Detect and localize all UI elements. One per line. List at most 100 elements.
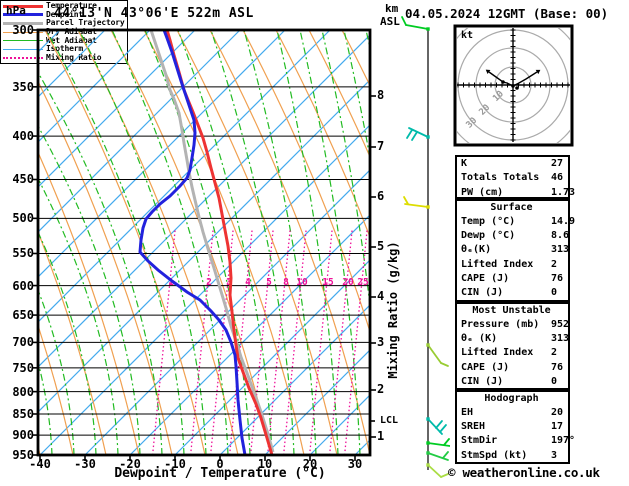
table-label: θₑ (K) (461, 332, 498, 344)
pressure-tick-label: 900 (12, 428, 34, 443)
table-label: CIN (J) (461, 376, 504, 388)
km-tick-label: 2 (377, 382, 385, 396)
panel-box-title: Hodograph (484, 393, 539, 404)
table-label: Lifted Index (461, 258, 534, 270)
hodograph-trace (512, 71, 538, 87)
wind-barb-marker (426, 343, 430, 347)
table-label: CIN (J) (461, 287, 504, 299)
dry-adiabat-line (441, 30, 450, 455)
table-value: 2 (551, 258, 558, 270)
hodograph-ring-label: 20 (478, 103, 493, 118)
mixing-ratio-axis-label: Mixing Ratio (g/kg) (386, 241, 400, 379)
wind-barb-marker (426, 417, 430, 421)
isotherm-line (400, 30, 450, 455)
table-row: CAPE (J) 76 (461, 273, 568, 287)
table-row: θₑ (K) 313 (461, 332, 570, 347)
hodograph: 102030 (453, 24, 574, 147)
panel-box-indices: K 27 Totals Totals 46 PW (cm) 1.73 (455, 155, 575, 199)
table-row: θₑ(K) 313 (461, 244, 570, 258)
dry-adiabat-line (408, 30, 450, 455)
mixing-ratio-value-label: 10 (296, 277, 308, 288)
wind-barb (405, 24, 429, 30)
table-row: EH 20 (461, 407, 568, 421)
table-label: StmSpd (kt) (461, 449, 528, 461)
table-row: SREH 17 (461, 421, 568, 435)
wind-barb (443, 438, 450, 446)
height-unit-label: km (385, 2, 399, 15)
table-row: K 27 (461, 158, 568, 172)
table-row: Totals Totals 46 (461, 172, 568, 186)
wind-barb (411, 131, 418, 141)
table-value: 3 (551, 449, 558, 461)
page-title: 44°13'N 43°06'E 522m ASL (54, 6, 254, 21)
valid-time-label: 04.05.2024 12GMT (Base: 00) (405, 6, 609, 21)
table-value: 17 (551, 420, 564, 432)
table-row: CIN (J) 0 (461, 376, 568, 390)
table-row: CIN (J) 0 (461, 287, 568, 301)
table-row: Dewp (°C) 8.6 (461, 229, 570, 244)
temp-tick-label: -10 (164, 457, 186, 471)
table-label: Lifted Index (461, 347, 534, 359)
mixing-ratio-value-label: 25 (357, 277, 369, 288)
wind-barb (442, 451, 449, 459)
km-tick-label: 7 (377, 139, 385, 153)
temp-tick-label: 20 (302, 457, 318, 471)
km-tick-label: 6 (377, 189, 385, 203)
wind-barb-marker (426, 135, 430, 139)
panel-box-title: Most Unstable (472, 305, 551, 316)
table-label: SREH (461, 420, 486, 432)
lcl-marker-label: LCL (380, 415, 399, 426)
panel-box-hodograph: Hodograph EH 20 SREH 17 StmDir 197° StmSpd (kt)… (455, 390, 575, 464)
km-tick-label: 4 (377, 289, 385, 303)
table-value: 46 (551, 172, 564, 184)
wind-barb (403, 196, 409, 205)
table-value: 76 (551, 361, 564, 373)
table-value: 76 (551, 273, 564, 285)
mixing-ratio-value-label: 8 (283, 277, 289, 288)
asl-unit-label: ASL (380, 15, 400, 28)
table-row: Pressure (mb) 952 (461, 318, 570, 333)
panel-box-most-unstable: Most Unstable Pressure (mb) 952 θₑ (K) 313 Li… (455, 302, 570, 390)
table-label: CAPE (J) (461, 273, 510, 285)
table-value: 952 (551, 318, 570, 330)
table-label: CAPE (J) (461, 361, 510, 373)
table-row: Lifted Index 2 (461, 347, 568, 361)
table-label: Pressure (mb) (461, 318, 540, 330)
pressure-tick-label: 350 (12, 79, 34, 94)
pressure-tick-label: 550 (12, 246, 34, 261)
hodograph-trace-dot (501, 80, 505, 84)
table-value: 8.6 (551, 229, 570, 241)
table-value: 1.73 (551, 186, 576, 198)
temp-tick-label: 0 (216, 457, 224, 471)
pressure-tick-label: 650 (12, 308, 34, 323)
table-label: Temp (°C) (461, 215, 516, 227)
wind-barb (427, 344, 442, 364)
mixing-ratio-value-label: 5 (266, 277, 272, 288)
hodograph-trace-dot (511, 84, 515, 88)
pressure-tick-label: 450 (12, 172, 34, 187)
wind-barb (427, 464, 442, 478)
hodograph-unit-label: kt (461, 30, 474, 41)
table-value: 2 (551, 347, 558, 359)
pressure-tick-label: 700 (12, 335, 34, 350)
mixing-ratio-value-label: 20 (342, 277, 354, 288)
hodograph-trace-dot (515, 86, 519, 90)
wind-barb-marker (426, 27, 430, 31)
table-value: 0 (551, 376, 558, 388)
mixing-ratio-value-label: 4 (245, 277, 251, 288)
table-value: 0 (551, 287, 558, 299)
temp-tick-label: -40 (29, 457, 51, 471)
table-row: Lifted Index 2 (461, 259, 568, 273)
wind-barb-marker (426, 451, 430, 455)
table-value: 313 (551, 332, 570, 344)
wind-barb (439, 424, 447, 433)
table-value: 313 (551, 244, 570, 256)
wind-barb (440, 473, 449, 478)
wind-barb (427, 442, 450, 447)
table-label: K (461, 158, 468, 169)
temp-tick-label: -20 (119, 457, 141, 471)
km-tick-label: 8 (377, 88, 385, 102)
km-tick-label: 3 (377, 335, 385, 349)
copyright: © weatheronline.co.uk (448, 465, 600, 480)
wind-barb-marker (426, 205, 430, 209)
